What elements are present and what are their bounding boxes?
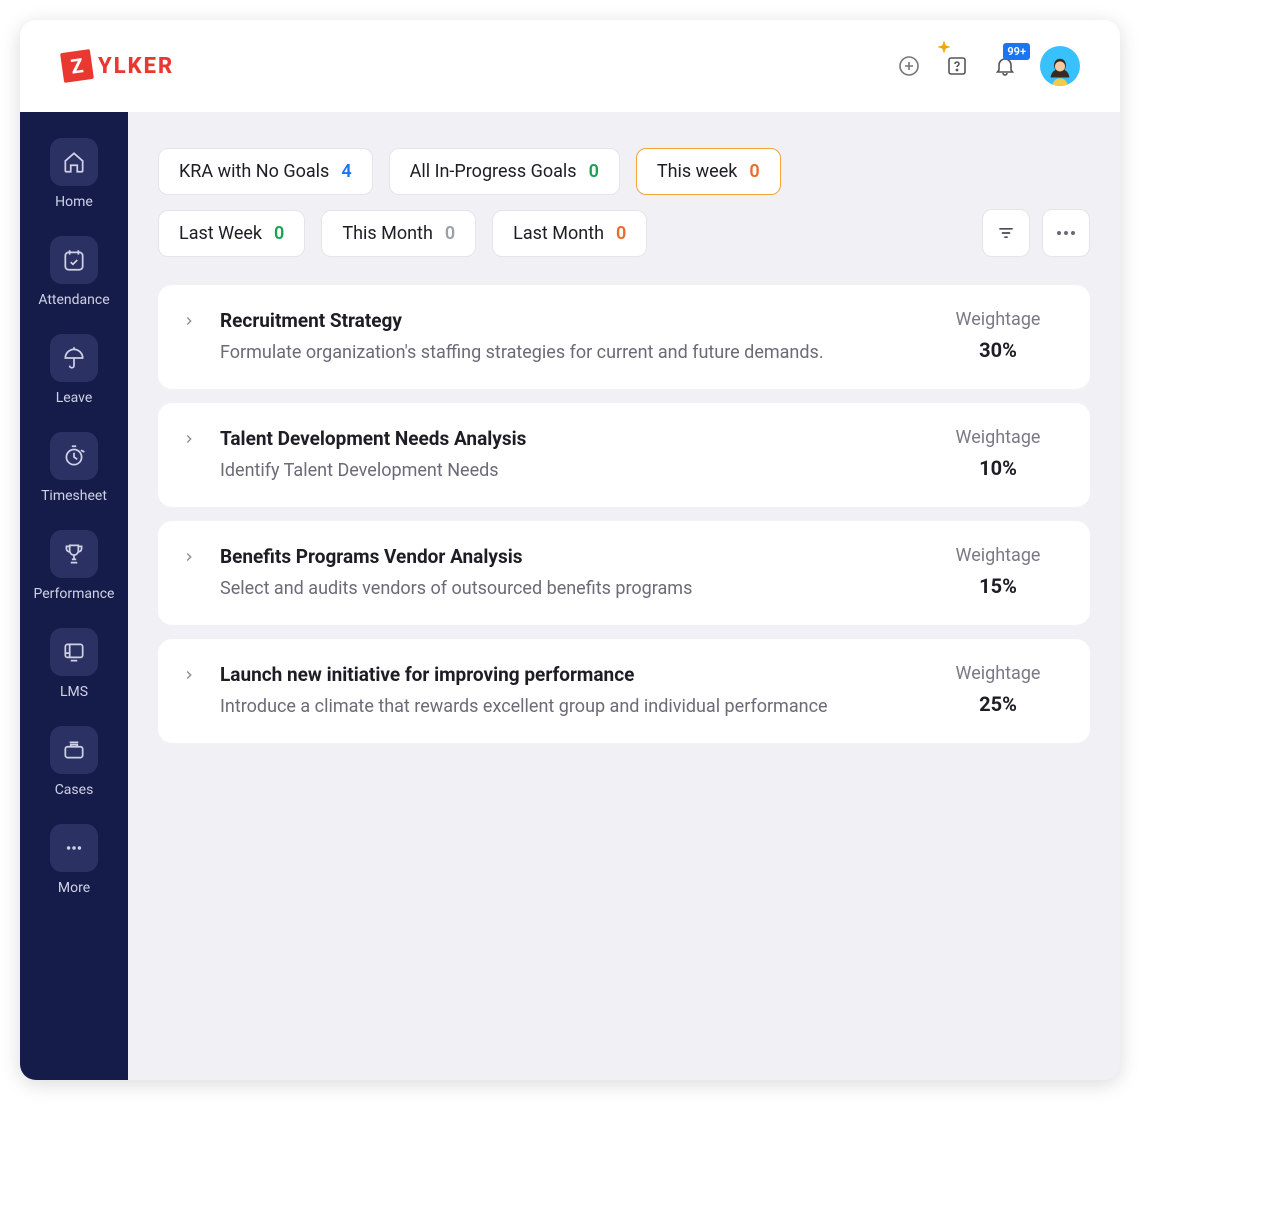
filter-kra-no-goals[interactable]: KRA with No Goals 4 (158, 148, 373, 195)
kra-list: Recruitment Strategy Formulate organizat… (158, 285, 1090, 743)
timer-icon (50, 432, 98, 480)
sidebar-item-label: Home (55, 194, 93, 210)
add-button[interactable] (896, 53, 922, 79)
sidebar-item-more[interactable]: More (29, 816, 119, 906)
sidebar-item-performance[interactable]: Performance (29, 522, 119, 612)
home-icon (50, 138, 98, 186)
sidebar-item-lms[interactable]: LMS (29, 620, 119, 710)
expand-toggle[interactable] (182, 309, 202, 332)
weightage-label: Weightage (938, 427, 1058, 448)
weightage-value: 15% (938, 574, 1058, 598)
sidebar-item-home[interactable]: Home (29, 130, 119, 220)
kra-desc: Select and audits vendors of outsourced … (220, 578, 920, 599)
kra-desc: Introduce a climate that rewards excelle… (220, 696, 920, 717)
board-icon (50, 628, 98, 676)
briefcase-icon (50, 726, 98, 774)
sidebar-item-label: Cases (55, 782, 94, 798)
avatar-image (1043, 52, 1077, 86)
kra-title: Launch new initiative for improving perf… (220, 663, 920, 686)
filter-label: Last Week (179, 223, 262, 244)
brand-text: YLKER (98, 54, 174, 79)
brand-badge: Z (60, 49, 94, 83)
sidebar-item-label: Leave (56, 390, 93, 406)
chevron-right-icon (182, 432, 196, 446)
expand-toggle[interactable] (182, 663, 202, 686)
chevron-right-icon (182, 668, 196, 682)
sidebar-item-label: Timesheet (41, 488, 107, 504)
weightage-value: 25% (938, 692, 1058, 716)
help-button[interactable] (944, 53, 970, 79)
sidebar-item-label: More (58, 880, 90, 896)
weightage-label: Weightage (938, 663, 1058, 684)
kra-card[interactable]: Recruitment Strategy Formulate organizat… (158, 285, 1090, 389)
chevron-right-icon (182, 550, 196, 564)
filter-label: This Month (342, 223, 433, 244)
umbrella-icon (50, 334, 98, 382)
sidebar-item-label: LMS (60, 684, 88, 700)
filter-count: 0 (749, 161, 759, 182)
weightage-label: Weightage (938, 545, 1058, 566)
kra-card[interactable]: Talent Development Needs Analysis Identi… (158, 403, 1090, 507)
more-icon (50, 824, 98, 872)
filter-label: Last Month (513, 223, 604, 244)
avatar[interactable] (1040, 46, 1080, 86)
kra-desc: Formulate organization's staffing strate… (220, 342, 920, 363)
filter-in-progress[interactable]: All In-Progress Goals 0 (389, 148, 620, 195)
filter-label: All In-Progress Goals (410, 161, 577, 182)
weightage-label: Weightage (938, 309, 1058, 330)
sparkle-icon (932, 41, 946, 55)
sidebar: Home Attendance Leave Timesheet Performa… (20, 112, 128, 1080)
app-frame: Z YLKER 99+ (20, 20, 1120, 1080)
expand-toggle[interactable] (182, 427, 202, 450)
kra-card[interactable]: Launch new initiative for improving perf… (158, 639, 1090, 743)
weightage-value: 10% (938, 456, 1058, 480)
topbar: Z YLKER 99+ (20, 20, 1120, 112)
kra-title: Recruitment Strategy (220, 309, 920, 332)
kra-title: Talent Development Needs Analysis (220, 427, 920, 450)
filter-icon (996, 223, 1016, 243)
kra-card[interactable]: Benefits Programs Vendor Analysis Select… (158, 521, 1090, 625)
more-actions-button[interactable] (1042, 209, 1090, 257)
filter-count: 4 (341, 161, 351, 182)
filter-count: 0 (445, 223, 455, 244)
filter-label: This week (657, 161, 738, 182)
dots-horizontal-icon (1057, 231, 1075, 235)
sidebar-item-attendance[interactable]: Attendance (29, 228, 119, 318)
filter-count: 0 (616, 223, 626, 244)
filter-last-month[interactable]: Last Month 0 (492, 210, 647, 257)
expand-toggle[interactable] (182, 545, 202, 568)
filter-button[interactable] (982, 209, 1030, 257)
sidebar-item-timesheet[interactable]: Timesheet (29, 424, 119, 514)
filter-label: KRA with No Goals (179, 161, 329, 182)
sidebar-item-label: Attendance (38, 292, 109, 308)
filter-this-week[interactable]: This week 0 (636, 148, 781, 195)
weightage-value: 30% (938, 338, 1058, 362)
sidebar-item-leave[interactable]: Leave (29, 326, 119, 416)
filter-chips: KRA with No Goals 4 All In-Progress Goal… (158, 148, 1090, 257)
trophy-icon (50, 530, 98, 578)
main-content: KRA with No Goals 4 All In-Progress Goal… (128, 112, 1120, 1080)
chevron-right-icon (182, 314, 196, 328)
brand-logo[interactable]: Z YLKER (62, 51, 174, 81)
kra-desc: Identify Talent Development Needs (220, 460, 920, 481)
filter-this-month[interactable]: This Month 0 (321, 210, 476, 257)
notification-badge: 99+ (1003, 43, 1030, 60)
topbar-actions: 99+ (896, 46, 1080, 86)
plus-circle-icon (897, 54, 921, 78)
filter-count: 0 (274, 223, 284, 244)
sidebar-item-label: Performance (34, 586, 115, 602)
sidebar-item-cases[interactable]: Cases (29, 718, 119, 808)
kra-title: Benefits Programs Vendor Analysis (220, 545, 920, 568)
filter-count: 0 (589, 161, 599, 182)
notifications-button[interactable]: 99+ (992, 53, 1018, 79)
filter-last-week[interactable]: Last Week 0 (158, 210, 305, 257)
calendar-check-icon (50, 236, 98, 284)
